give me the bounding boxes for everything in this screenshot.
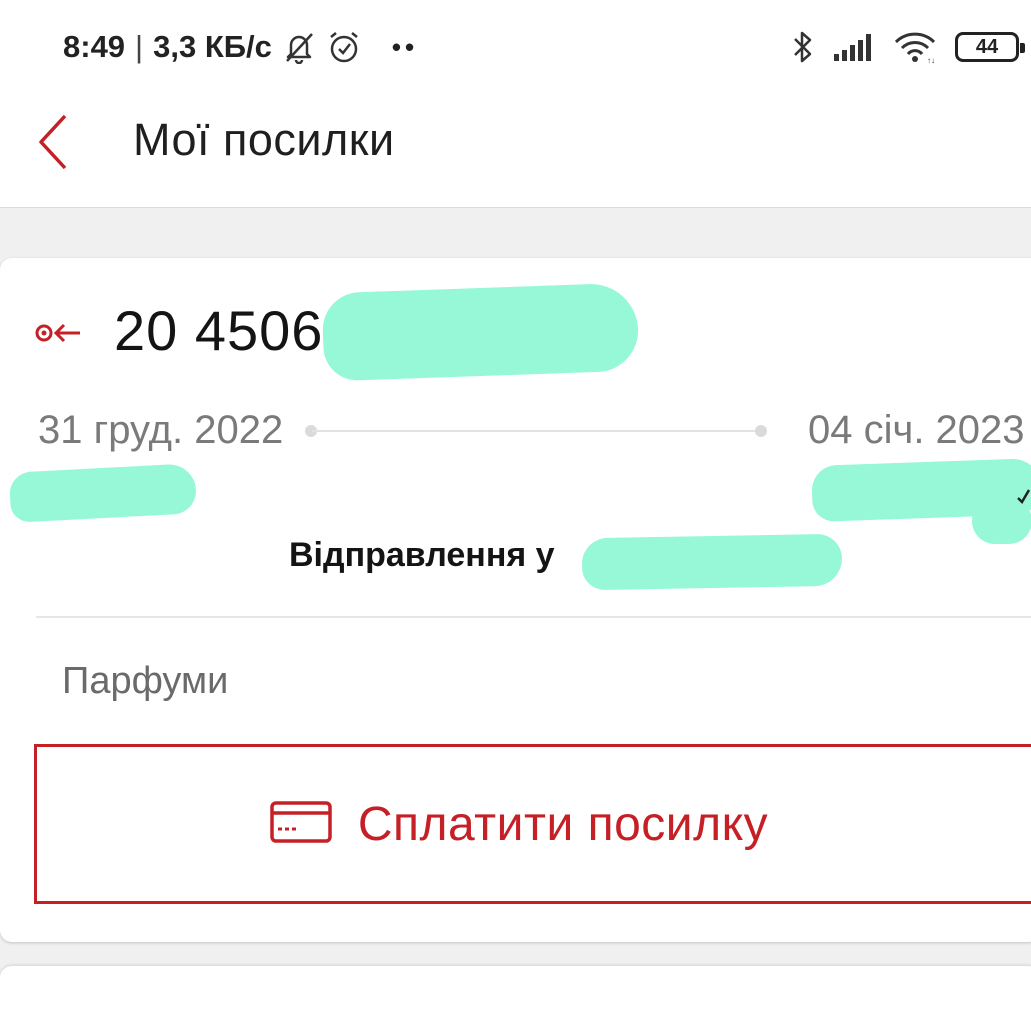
chevron-left-icon <box>39 114 67 170</box>
credit-card-icon <box>270 800 332 848</box>
parcel-status: Відправлення у <box>289 536 555 574</box>
next-parcel-card[interactable] <box>0 966 1031 1017</box>
route-end-dot <box>755 425 767 437</box>
pay-parcel-button[interactable]: Сплатити посилку <box>34 744 1031 904</box>
pay-button-content: Сплатити посилку <box>270 797 768 852</box>
status-right: ↑↓ 44 <box>791 28 1025 66</box>
alarm-icon <box>326 29 362 65</box>
pay-button-label: Сплатити посилку <box>357 797 769 851</box>
status-dots: •• <box>391 31 419 62</box>
redaction-mark <box>8 463 198 523</box>
back-button[interactable] <box>26 112 80 172</box>
signal-icon <box>833 32 875 62</box>
route-line <box>312 430 760 432</box>
check-icon <box>1016 486 1031 511</box>
divider <box>36 616 1031 618</box>
status-time: 8:49 <box>63 29 126 64</box>
page-title: Мої посилки <box>133 114 395 165</box>
network-speed: 3,3 КБ/с <box>153 29 272 64</box>
redaction-mark <box>321 282 640 382</box>
redaction-mark <box>581 533 843 591</box>
status-left: 8:49 | 3,3 КБ/с •• <box>63 27 418 67</box>
parcel-card[interactable]: 20 4506 31 груд. 2022 04 січ. 2023 Відпр… <box>0 258 1031 942</box>
parcel-description: Парфуми <box>62 660 229 702</box>
status-bar: 8:49 | 3,3 КБ/с •• ↑↓ 44 <box>0 0 1031 92</box>
app-header: Мої посилки <box>0 92 1031 208</box>
bell-off-icon <box>282 30 316 64</box>
battery-icon: 44 <box>955 32 1025 62</box>
date-sent: 31 груд. 2022 <box>38 408 284 452</box>
wifi-icon: ↑↓ <box>893 30 937 64</box>
screen: 8:49 | 3,3 КБ/с •• ↑↓ 44 Мої посилки 20 … <box>0 0 1031 1017</box>
bluetooth-icon <box>791 30 815 64</box>
svg-text:↑↓: ↑↓ <box>927 56 935 64</box>
incoming-parcel-icon <box>34 320 84 351</box>
status-separator: | <box>135 29 144 64</box>
date-arrival: 04 січ. 2023 <box>808 408 1025 452</box>
tracking-number: 20 4506 <box>114 299 324 362</box>
